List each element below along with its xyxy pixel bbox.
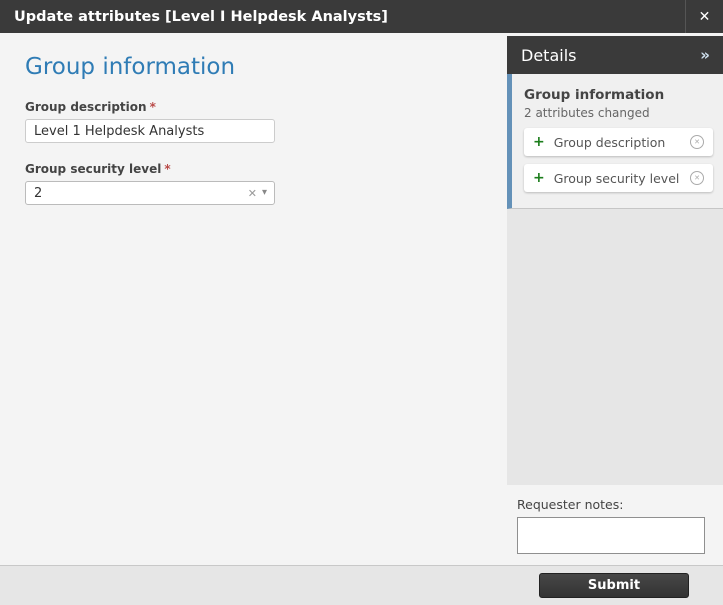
attributes-changed-count: 2 attributes changed	[524, 106, 650, 120]
details-panel: Details » Group information 2 attributes…	[507, 33, 723, 565]
added-attribute-icon: +	[533, 170, 545, 186]
group-description-field-group: Group description *	[25, 100, 275, 143]
changes-section: Group information 2 attributes changed +…	[507, 74, 723, 209]
group-description-label: Group description *	[25, 100, 275, 114]
group-security-level-select[interactable]: 2 ✕ ▾	[25, 181, 275, 205]
submit-button[interactable]: Submit	[539, 573, 689, 598]
changes-section-title: Group information	[524, 87, 665, 103]
caret-down-icon[interactable]: ▾	[262, 188, 274, 198]
panel-filler	[507, 209, 723, 485]
group-description-label-text: Group description	[25, 100, 147, 114]
dialog-footer: Submit	[0, 565, 723, 605]
requester-notes-label: Requester notes:	[517, 497, 624, 512]
details-panel-header: Details »	[507, 36, 723, 74]
added-attribute-icon: +	[533, 134, 545, 150]
changed-attribute-row[interactable]: + Group description ✕	[524, 128, 713, 156]
changed-attribute-row[interactable]: + Group security level ✕	[524, 164, 713, 192]
dialog-title: Update attributes [Level I Helpdesk Anal…	[14, 8, 388, 25]
close-icon[interactable]: ✕	[685, 0, 723, 33]
required-asterisk: *	[149, 100, 156, 114]
page-title: Group information	[25, 54, 236, 80]
update-attributes-dialog: Update attributes [Level I Helpdesk Anal…	[0, 0, 723, 605]
clear-selection-icon[interactable]: ✕	[243, 187, 262, 200]
required-asterisk: *	[164, 162, 171, 176]
group-security-level-field-group: Group security level * 2 ✕ ▾	[25, 162, 275, 205]
group-security-level-label: Group security level *	[25, 162, 275, 176]
group-description-input[interactable]	[25, 119, 275, 143]
dialog-titlebar: Update attributes [Level I Helpdesk Anal…	[0, 0, 723, 33]
details-panel-title: Details	[521, 45, 577, 65]
selected-value: 2	[34, 185, 43, 201]
revert-change-icon[interactable]: ✕	[690, 135, 704, 149]
requester-notes-section: Requester notes:	[507, 485, 723, 565]
changed-attribute-label: Group description	[553, 134, 666, 150]
collapse-panel-icon[interactable]: »	[700, 46, 723, 64]
revert-change-icon[interactable]: ✕	[690, 171, 704, 185]
requester-notes-input[interactable]	[517, 517, 705, 554]
changed-attribute-label: Group security level	[553, 170, 680, 186]
main-form-area: Group information Group description* Gro…	[0, 33, 507, 565]
group-security-level-label-text: Group security level	[25, 162, 162, 176]
